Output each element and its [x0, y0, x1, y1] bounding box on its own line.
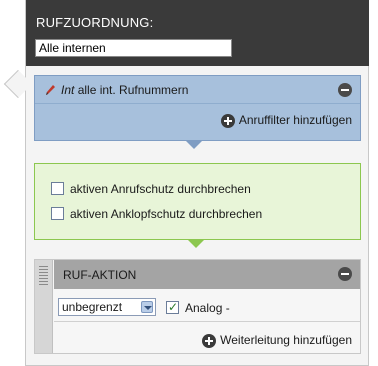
override-options-box: aktiven Anrufschutz durchbrechen aktiven…: [34, 163, 361, 248]
remove-action-icon[interactable]: [338, 267, 352, 281]
analog-label: Analog -: [185, 301, 230, 315]
option-call-protection[interactable]: aktiven Anrufschutz durchbrechen: [51, 182, 251, 198]
add-call-filter-button[interactable]: Anruffilter hinzufügen: [220, 113, 352, 129]
pencil-icon[interactable]: [43, 83, 57, 97]
chevron-down-icon[interactable]: [141, 301, 153, 313]
plus-circle-icon: [220, 114, 235, 128]
plus-circle-icon: [202, 334, 217, 348]
call-filter-text: alle int. Rufnummern: [77, 83, 189, 97]
assignment-header: RUFZUORDNUNG:: [26, 0, 369, 66]
call-protection-checkbox[interactable]: [51, 182, 64, 195]
call-filter-prefix: Int: [61, 83, 75, 97]
assignment-name-input[interactable]: [35, 39, 232, 57]
call-action-title: RUF-AKTION: [63, 268, 137, 282]
call-filter-label: Int alle int. Rufnummern: [61, 83, 188, 97]
call-filter-box: Int alle int. Rufnummern Anruffilter hin…: [34, 75, 361, 149]
drag-handle[interactable]: [35, 260, 53, 353]
remove-filter-icon[interactable]: [338, 83, 352, 97]
duration-select[interactable]: unbegrenzt: [58, 298, 156, 316]
analog-option[interactable]: Analog -: [166, 300, 230, 315]
call-filter-row[interactable]: Int alle int. Rufnummern: [35, 76, 360, 104]
add-forwarding-button[interactable]: Weiterleitung hinzufügen: [202, 333, 352, 349]
analog-checkbox[interactable]: [166, 300, 179, 314]
call-action-box: RUF-AKTION unbegrenzt Analog - Weiterlei…: [34, 259, 361, 354]
call-assignment-panel: RUFZUORDNUNG: Int alle int. Rufnummern A…: [25, 0, 369, 366]
assignment-title: RUFZUORDNUNG:: [36, 15, 154, 30]
knock-protection-checkbox[interactable]: [51, 207, 64, 220]
add-call-filter-label: Anruffilter hinzufügen: [238, 113, 352, 127]
call-protection-label: aktiven Anrufschutz durchbrechen: [70, 182, 251, 196]
add-forwarding-label: Weiterleitung hinzufügen: [220, 333, 352, 347]
call-action-row: unbegrenzt Analog -: [54, 289, 360, 322]
call-action-header: RUF-AKTION: [54, 260, 360, 289]
knock-protection-label: aktiven Anklopfschutz durchbrechen: [70, 207, 263, 221]
option-knock-protection[interactable]: aktiven Anklopfschutz durchbrechen: [51, 207, 262, 223]
duration-select-value: unbegrenzt: [62, 300, 123, 314]
